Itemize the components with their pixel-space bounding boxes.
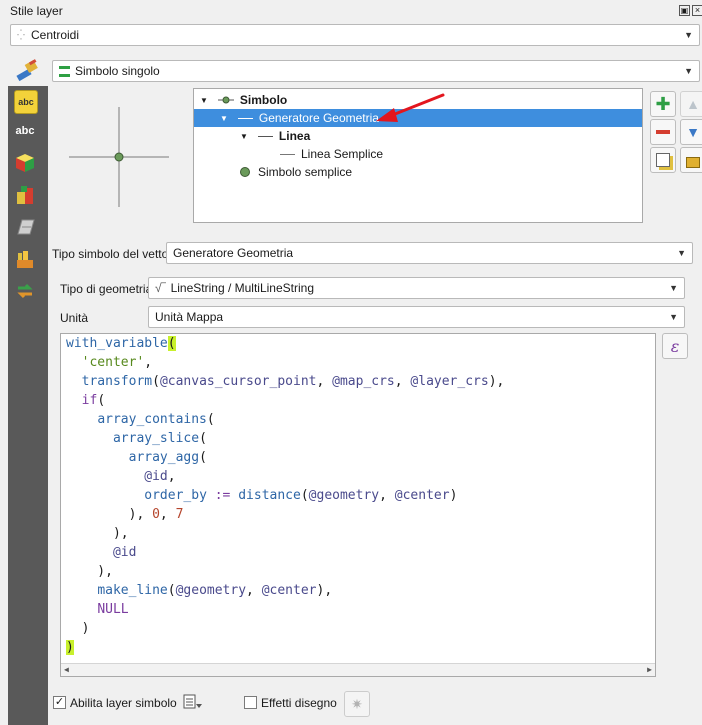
- code-line: if(: [81, 393, 106, 408]
- chevron-down-icon: ▼: [220, 113, 228, 123]
- lock-layer-button[interactable]: [680, 147, 702, 173]
- panel-title-bar: Stile layer ▣ ×: [0, 0, 702, 22]
- symbol-preview: [60, 100, 180, 215]
- chevron-down-icon: ▼: [684, 66, 693, 76]
- tree-item-label: Generatore Geometria: [258, 111, 379, 125]
- paintbrush-icon[interactable]: [14, 58, 40, 82]
- geometry-type-value: LineString / MultiLineString: [170, 281, 315, 295]
- code-line: ): [66, 640, 74, 655]
- 3d-view-icon[interactable]: [14, 152, 36, 174]
- unit-value: Unità Mappa: [155, 310, 224, 324]
- diagrams-icon[interactable]: [14, 216, 36, 238]
- symbol-type-value: Generatore Geometria: [173, 246, 294, 260]
- duplicate-symbol-layer-button[interactable]: [650, 147, 676, 173]
- data-defined-override-button[interactable]: [178, 692, 204, 712]
- symbol-type-label: Tipo simbolo del vettore: [52, 247, 179, 261]
- unit-label: Unità: [60, 311, 89, 325]
- chevron-down-icon: ▼: [677, 248, 686, 258]
- epsilon-icon: ε: [670, 336, 680, 356]
- geometry-type-select[interactable]: √‾ LineString / MultiLineString ▼: [148, 277, 685, 299]
- renderer-select-value: Simbolo singolo: [75, 64, 160, 78]
- tree-item-label: Linea Semplice: [301, 147, 384, 161]
- code-line: array_slice(: [112, 431, 207, 446]
- tree-item-line[interactable]: ▼ Linea: [194, 127, 642, 145]
- style-sidebar: abc abc: [8, 86, 48, 725]
- remove-symbol-layer-button[interactable]: [650, 119, 676, 145]
- chevron-down-icon: ▼: [669, 283, 678, 293]
- single-symbol-icon: [59, 65, 70, 77]
- masks-icon[interactable]: abc: [14, 120, 36, 142]
- symbol-type-select[interactable]: Generatore Geometria ▼: [166, 242, 693, 264]
- draw-effects-label: Effetti disegno: [261, 696, 337, 710]
- code-line: ),: [66, 564, 113, 579]
- move-down-button[interactable]: ▼: [680, 119, 702, 145]
- code-line: NULL: [97, 602, 129, 617]
- simple-marker-icon: [240, 167, 250, 177]
- code-line: ), 0, 7: [66, 507, 184, 522]
- horizontal-scrollbar[interactable]: ◀ ▶: [61, 663, 655, 676]
- panel-title: Stile layer: [10, 4, 63, 18]
- tree-item-simple-line[interactable]: Linea Semplice: [194, 145, 642, 163]
- draw-effects-settings-button[interactable]: ✷: [344, 691, 370, 717]
- minus-icon: [656, 130, 670, 134]
- code-line: array_agg(: [128, 450, 207, 465]
- line-symbol-icon: [257, 135, 273, 137]
- simple-line-icon: [280, 153, 295, 155]
- arrow-down-icon: ▼: [686, 124, 700, 140]
- chevron-down-icon: ▼: [200, 95, 208, 105]
- enable-symbol-layer-label: Abilita layer simbolo: [70, 696, 177, 710]
- tree-item-label: Simbolo: [239, 93, 288, 107]
- code-line: 'center',: [81, 355, 153, 370]
- scroll-right-icon[interactable]: ▶: [647, 665, 652, 674]
- scroll-left-icon[interactable]: ◀: [64, 665, 69, 674]
- code-line: order_by := distance(@geometry, @center): [144, 488, 458, 503]
- chevron-down-icon: ▼: [684, 30, 693, 40]
- code-line: ),: [66, 526, 129, 541]
- arrow-up-icon: ▲: [686, 96, 700, 112]
- annotation-arrow: [370, 88, 450, 128]
- code-line: @id: [112, 545, 137, 560]
- fields-icon[interactable]: [14, 184, 36, 206]
- star-icon: ✷: [351, 695, 363, 712]
- code-line: transform(@canvas_cursor_point, @map_crs…: [81, 374, 505, 389]
- line-symbol-icon: [237, 117, 253, 119]
- move-up-button[interactable]: ▲: [680, 91, 702, 117]
- duplicate-icon: [656, 153, 670, 167]
- layer-select[interactable]: ⁛ Centroidi ▼: [10, 24, 700, 46]
- float-panel-icon[interactable]: ▣: [679, 5, 690, 16]
- history-icon[interactable]: [14, 280, 36, 302]
- expression-builder-button[interactable]: ε: [662, 333, 688, 359]
- plus-icon: ✚: [655, 94, 671, 114]
- legend-icon[interactable]: [14, 248, 36, 270]
- tree-item-label: Simbolo semplice: [258, 165, 353, 179]
- unit-select[interactable]: Unità Mappa ▼: [148, 306, 685, 328]
- code-line: make_line(@geometry, @center),: [97, 583, 333, 598]
- marker-symbol-icon: [217, 95, 234, 105]
- add-symbol-layer-button[interactable]: ✚: [650, 91, 676, 117]
- renderer-select[interactable]: Simbolo singolo ▼: [52, 60, 700, 82]
- chevron-down-icon: ▼: [669, 312, 678, 322]
- geometry-type-label: Tipo di geometria: [60, 282, 153, 296]
- code-line: with_variable(: [66, 336, 176, 351]
- point-layer-icon: ⁛: [17, 29, 25, 41]
- labels-icon[interactable]: abc: [14, 90, 38, 114]
- code-line: @id,: [144, 469, 176, 484]
- tree-item-label: Linea: [278, 129, 311, 143]
- draw-effects-checkbox[interactable]: [244, 696, 257, 709]
- linestring-icon: √‾: [155, 281, 166, 295]
- lock-icon: [686, 157, 700, 168]
- enable-symbol-layer-checkbox[interactable]: ✓: [53, 696, 66, 709]
- close-panel-icon[interactable]: ×: [692, 5, 702, 16]
- expression-editor[interactable]: with_variable( 'center', transform(@canv…: [60, 333, 656, 677]
- code-line: ): [66, 621, 90, 636]
- tree-item-simple-marker[interactable]: Simbolo semplice: [194, 163, 642, 181]
- code-line: array_contains(: [97, 412, 215, 427]
- chevron-down-icon: ▼: [240, 131, 248, 141]
- layer-select-value: Centroidi: [30, 28, 80, 42]
